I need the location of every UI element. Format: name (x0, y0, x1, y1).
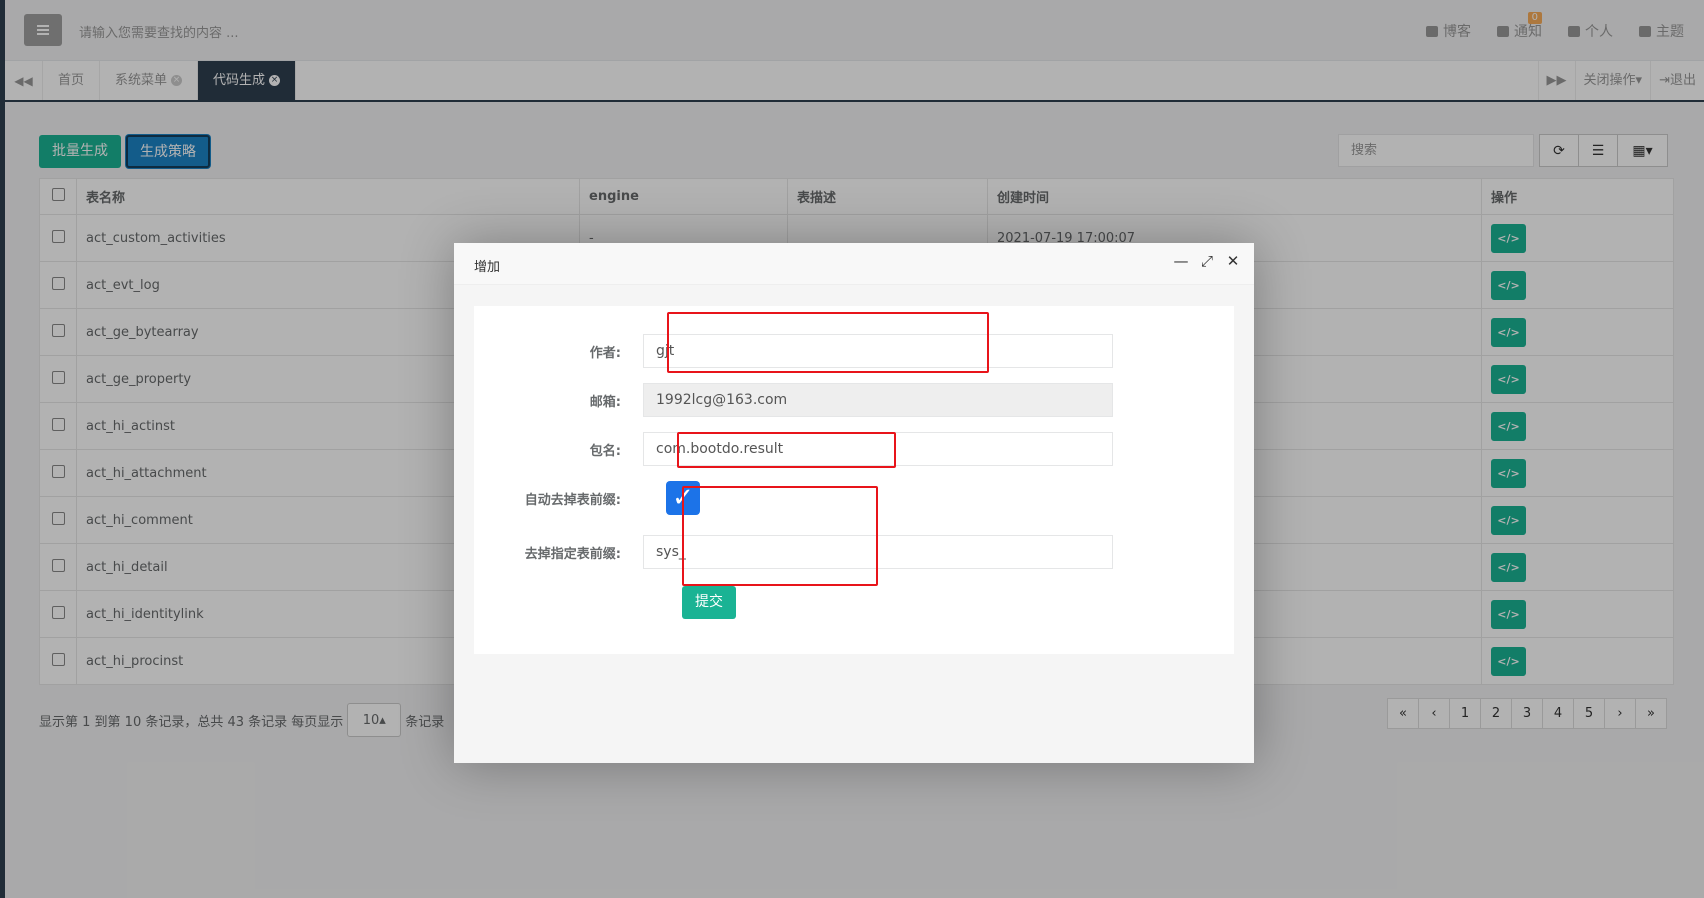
dialog-header: 增加 — ⤢ ✕ (454, 243, 1254, 285)
minimize-icon[interactable]: — (1174, 252, 1189, 270)
dialog-controls: — ⤢ ✕ (1174, 252, 1240, 270)
highlight-box-author (667, 312, 989, 373)
auto-prefix-row: 自动去掉表前缀: ✓ (474, 481, 700, 515)
author-label: 作者: (589, 345, 621, 361)
package-label: 包名: (589, 443, 621, 459)
prefix-label: 去掉指定表前缀: (524, 546, 621, 562)
email-input[interactable]: 1992lcg@163.com (643, 383, 1113, 417)
email-label: 邮箱: (589, 394, 621, 410)
close-icon[interactable]: ✕ (1226, 252, 1240, 270)
highlight-box-package (677, 432, 896, 468)
highlight-box-prefix (682, 486, 878, 586)
dialog-title: 增加 (474, 260, 501, 275)
submit-button[interactable]: 提交 (682, 586, 736, 619)
email-row: 邮箱: 1992lcg@163.com (474, 383, 1113, 417)
maximize-icon[interactable]: ⤢ (1200, 252, 1214, 270)
auto-prefix-label: 自动去掉表前缀: (524, 492, 621, 508)
